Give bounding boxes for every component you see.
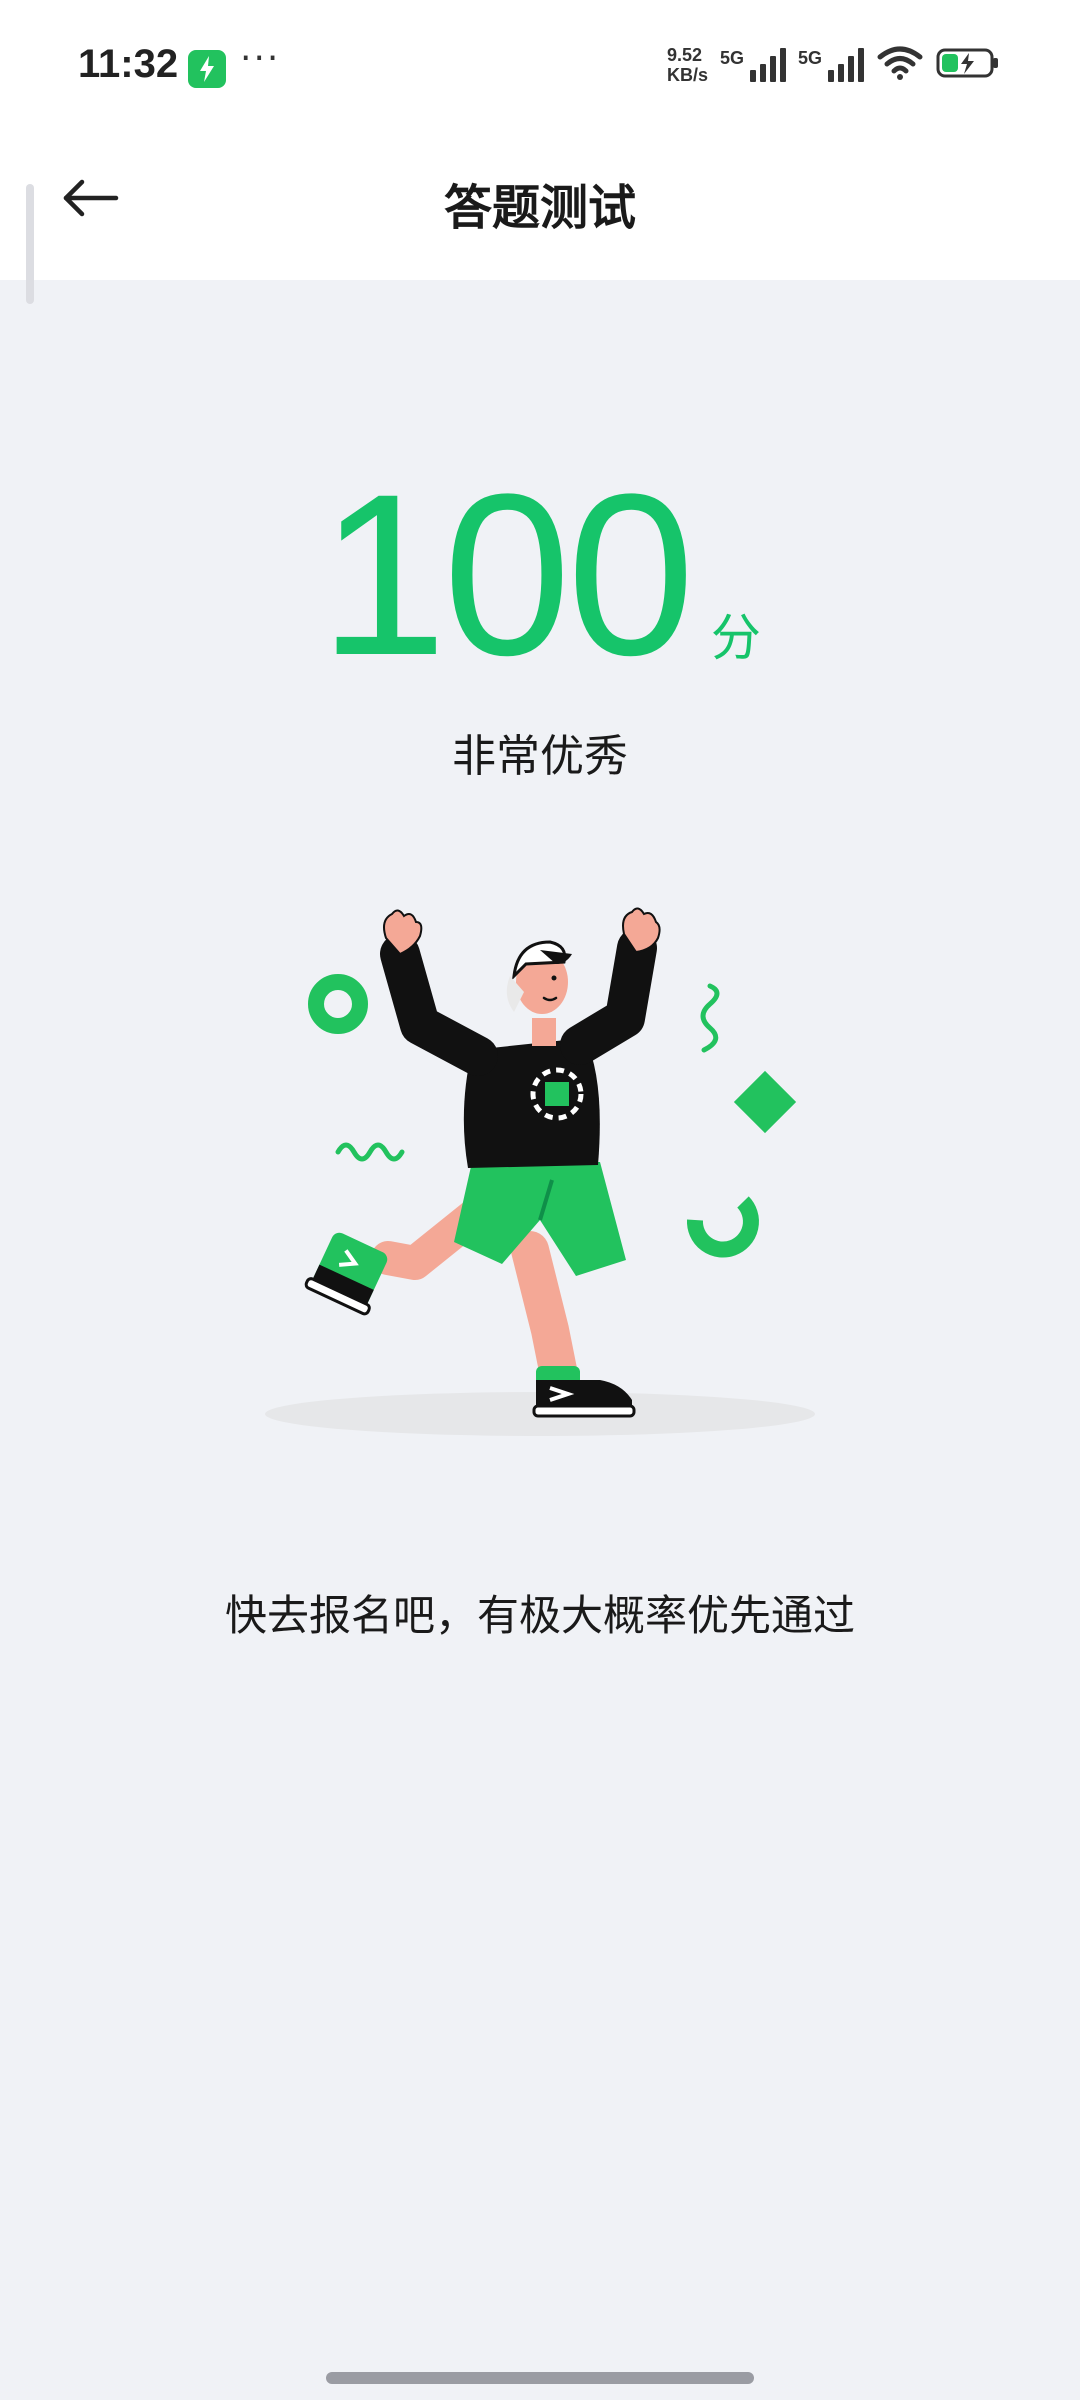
- network-speed-unit: KB/s: [666, 65, 708, 85]
- status-indicators: 9.52 KB/s 5G 5G: [667, 40, 1000, 90]
- battery-charging-icon: [936, 46, 1000, 84]
- network-speed-value: 9.52: [666, 45, 702, 65]
- status-bar: 11:32 ··· 9.52 KB/s 5G 5G: [0, 0, 1080, 140]
- signal-1-icon: 5G: [720, 48, 786, 82]
- signal-1-label: 5G: [719, 48, 744, 68]
- home-indicator[interactable]: [326, 2372, 754, 2384]
- status-time: 11:32: [78, 42, 179, 86]
- score-value: 100: [319, 446, 695, 703]
- score-display: 100 分: [0, 460, 1080, 690]
- encouragement-message: 快去报名吧，有极大概率优先通过: [224, 1591, 855, 1640]
- signal-2-label: 5G: [797, 48, 822, 68]
- celebrating-runner-illustration: [240, 880, 840, 1440]
- network-speed: 9.52 KB/s: [667, 45, 708, 85]
- score-unit: 分: [710, 609, 761, 667]
- rating-label: 非常优秀: [452, 731, 628, 782]
- more-dots-icon: ···: [240, 38, 281, 79]
- signal-2-icon: 5G: [798, 48, 864, 82]
- wifi-icon: [876, 45, 924, 85]
- page-title: 答题测试: [443, 180, 636, 236]
- lightning-app-icon: [188, 50, 226, 88]
